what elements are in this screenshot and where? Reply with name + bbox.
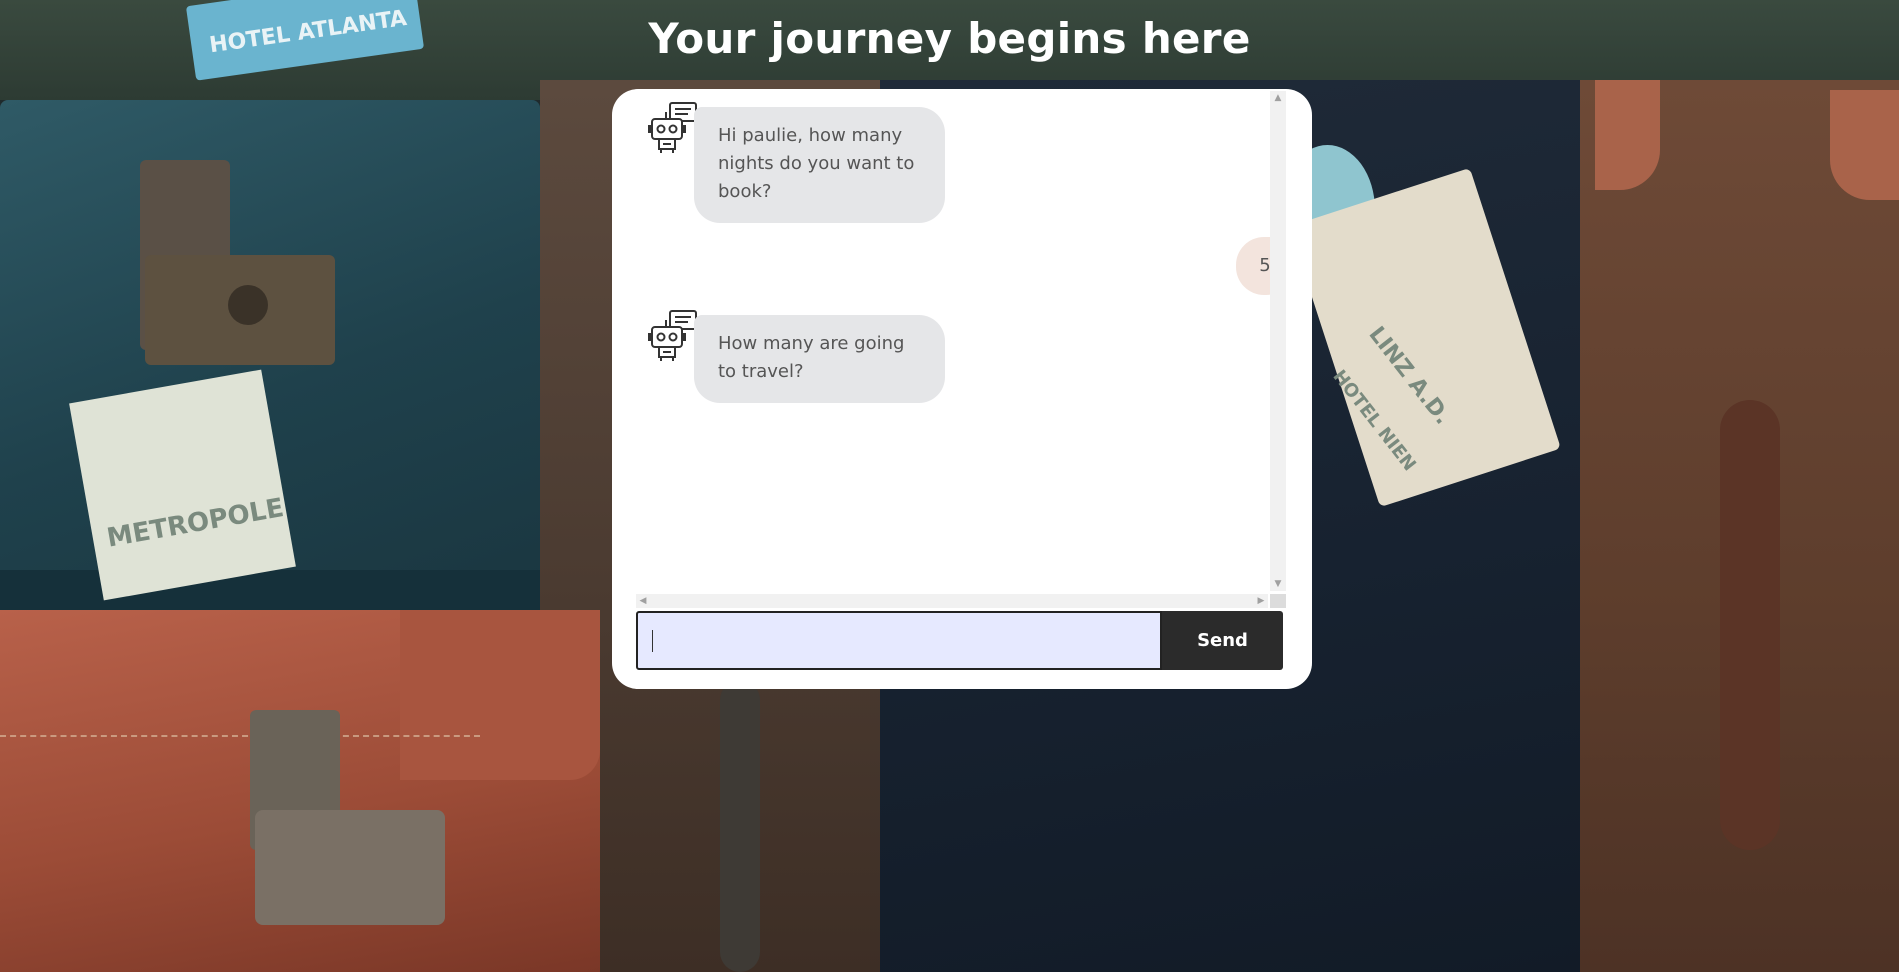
robot-icon — [646, 310, 698, 362]
bot-bubble: Hi paulie, how many nights do you want t… — [694, 107, 945, 223]
scroll-thumb[interactable] — [1273, 107, 1283, 567]
page-title: Your journey begins here — [648, 14, 1251, 63]
vertical-scrollbar[interactable]: ▲ ▼ — [1270, 91, 1286, 591]
scroll-left-icon[interactable]: ◀ — [636, 594, 650, 608]
chat-window: Hi paulie, how many nights do you want t… — [612, 89, 1312, 689]
horizontal-scrollbar[interactable]: ◀ ▶ — [636, 594, 1268, 608]
bot-bubble: How many are going to travel? — [694, 315, 945, 403]
send-button[interactable]: Send — [1162, 611, 1283, 670]
robot-icon — [646, 102, 698, 154]
chat-messages[interactable]: Hi paulie, how many nights do you want t… — [634, 92, 1279, 595]
scroll-down-icon[interactable]: ▼ — [1270, 577, 1286, 591]
scroll-right-icon[interactable]: ▶ — [1254, 594, 1268, 608]
scroll-up-icon[interactable]: ▲ — [1270, 91, 1286, 105]
message-composer: Send — [636, 611, 1286, 670]
text-caret — [652, 630, 653, 652]
scrollbar-corner — [1270, 594, 1286, 608]
message-input[interactable] — [636, 611, 1162, 670]
metropole-sticker: METROPOLE — [69, 369, 296, 601]
